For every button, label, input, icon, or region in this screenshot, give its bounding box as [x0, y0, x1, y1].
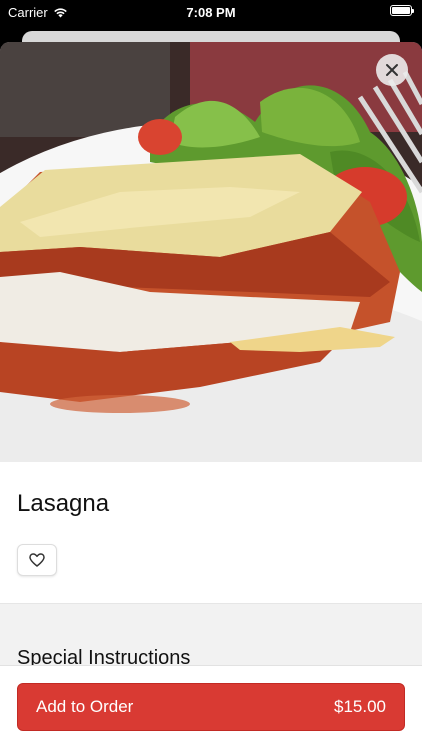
heart-outline-icon — [29, 553, 45, 567]
item-detail-sheet: Lasagna Special Instructions — [0, 42, 422, 750]
clock: 7:08 PM — [186, 5, 236, 20]
item-title: Lasagna — [17, 490, 110, 517]
battery-icon — [390, 5, 414, 16]
add-to-order-label: Add to Order — [36, 697, 134, 716]
lasagna-photo — [0, 42, 422, 462]
add-to-order-button[interactable]: Add to Order $15.00 — [17, 683, 405, 731]
bottom-action-bar: Add to Order $15.00 — [0, 665, 422, 750]
status-bar: Carrier 7:08 PM — [0, 0, 422, 26]
order-price: $15.00 — [334, 697, 386, 716]
favorite-button[interactable] — [17, 544, 57, 576]
close-button[interactable] — [376, 54, 408, 86]
close-icon — [386, 64, 398, 76]
